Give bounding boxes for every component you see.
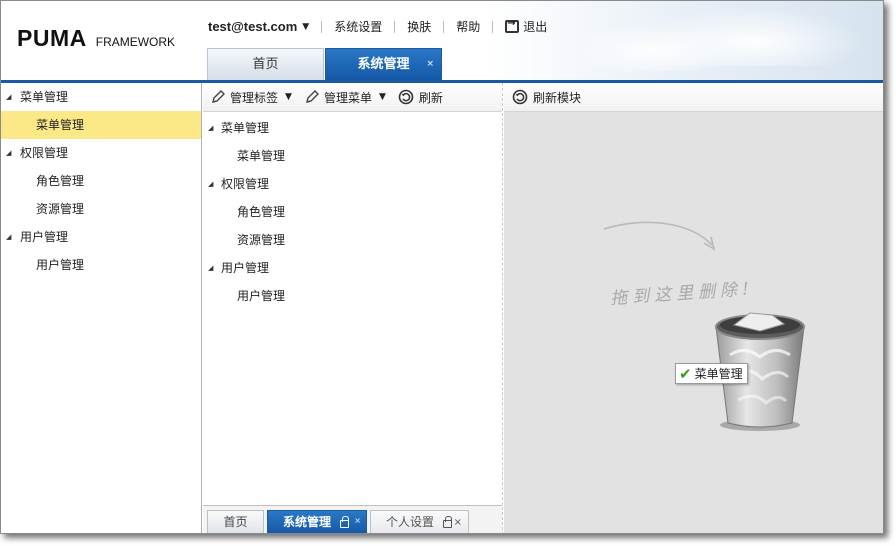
nav-skin[interactable]: 换肤 <box>407 18 431 35</box>
sidebar-group-user[interactable]: ◢ 用户管理 <box>1 223 201 251</box>
tree-group-user[interactable]: ◢ 用户管理 <box>203 254 502 282</box>
trash-drop-zone[interactable]: 拖到这里删除! ✔ 菜单管理 <box>504 113 883 533</box>
pencil-icon <box>212 90 225 103</box>
expanded-arrow-icon[interactable]: ◢ <box>6 83 11 111</box>
main-tabs: 首页 系统管理 × <box>207 48 443 80</box>
logout-link[interactable]: 退出 <box>523 18 547 35</box>
expanded-arrow-icon[interactable]: ◢ <box>208 114 213 142</box>
preview-tab-home[interactable]: 首页 <box>207 510 264 533</box>
tree-item-label: 角色管理 <box>237 205 286 219</box>
tree-item-label: 资源管理 <box>237 233 286 247</box>
sidebar-item-resource-management[interactable]: 资源管理 <box>1 195 201 223</box>
button-label: 管理菜单 <box>323 90 372 105</box>
top-nav: test@test.com ▼ 系统设置 换肤 帮助 退出 <box>208 18 547 35</box>
button-label: 刷新 <box>418 90 443 105</box>
divider <box>492 20 494 33</box>
expanded-arrow-icon[interactable]: ◢ <box>6 223 11 251</box>
sidebar-item-menu-management[interactable]: 菜单管理 <box>1 111 201 139</box>
tab-label: 个人设置 <box>386 515 435 529</box>
expanded-arrow-icon[interactable]: ◢ <box>208 254 213 282</box>
tab-label: 首页 <box>252 57 279 72</box>
menu-tree: ◢ 菜单管理 菜单管理 ◢ 权限管理 角色管理 资源管理 ◢ 用户管理 用户管理 <box>203 112 502 310</box>
dragged-menu-item[interactable]: ✔ 菜单管理 <box>675 363 748 384</box>
chevron-down-icon: ▼ <box>285 92 292 102</box>
logo-subtitle: FRAMEWORK <box>95 35 176 49</box>
drag-arrow-icon <box>603 221 716 251</box>
button-label: 管理标签 <box>230 90 279 105</box>
tree-item-label: 用户管理 <box>237 289 286 303</box>
manage-menu-button[interactable]: 管理菜单 ▼ <box>304 89 386 106</box>
tab-preview-bar: 首页 系统管理 × 个人设置 × <box>203 505 502 533</box>
dragged-item-label: 菜单管理 <box>694 367 743 381</box>
module-panel: 刷新模块 拖到这里删除! ✔ 菜单管理 <box>504 83 883 533</box>
tree-item-label: 菜单管理 <box>237 149 286 163</box>
sidebar: ◢ 菜单管理 菜单管理 ◢ 权限管理 角色管理 资源管理 ◢ 用户管理 用户管理 <box>1 83 202 533</box>
divider <box>394 20 396 33</box>
menu-editor-panel: 管理标签 ▼ 管理菜单 ▼ 刷新 ◢ 菜单管理 菜单管理 ◢ 权限管理 角色管理… <box>203 83 503 533</box>
header: PUMA FRAMEWORK test@test.com ▼ 系统设置 换肤 帮… <box>1 1 883 80</box>
preview-tab-personal-settings[interactable]: 个人设置 × <box>370 510 469 533</box>
refresh-icon <box>512 89 528 105</box>
tab-label: 系统管理 <box>283 515 332 529</box>
expanded-arrow-icon[interactable]: ◢ <box>208 170 213 198</box>
nav-help[interactable]: 帮助 <box>456 18 480 35</box>
sidebar-item-label: 资源管理 <box>36 202 85 216</box>
sidebar-item-label: 角色管理 <box>36 174 85 188</box>
close-icon[interactable]: × <box>426 48 434 80</box>
sidebar-item-role-management[interactable]: 角色管理 <box>1 167 201 195</box>
preview-tab-system-management[interactable]: 系统管理 × <box>267 509 367 533</box>
manage-tags-button[interactable]: 管理标签 ▼ <box>210 89 292 106</box>
app-window: PUMA FRAMEWORK test@test.com ▼ 系统设置 换肤 帮… <box>0 0 884 534</box>
tree-item-role-management[interactable]: 角色管理 <box>203 198 502 226</box>
unlock-icon[interactable] <box>442 516 452 528</box>
user-menu[interactable]: test@test.com <box>208 19 297 34</box>
nav-system-settings[interactable]: 系统设置 <box>334 18 382 35</box>
tree-item-resource-management[interactable]: 资源管理 <box>203 226 502 254</box>
logo-brand: PUMA <box>17 25 87 51</box>
tree-item-user-management[interactable]: 用户管理 <box>203 282 502 310</box>
divider <box>321 20 323 33</box>
sidebar-group-menu[interactable]: ◢ 菜单管理 <box>1 83 201 111</box>
sidebar-item-label: 菜单管理 <box>36 118 85 132</box>
tree-group-label: 用户管理 <box>221 261 270 275</box>
sidebar-group-label: 权限管理 <box>20 146 69 160</box>
sidebar-group-label: 用户管理 <box>20 230 69 244</box>
tree-item-menu-management[interactable]: 菜单管理 <box>203 142 502 170</box>
module-toolbar: 刷新模块 <box>504 83 883 112</box>
header-cloud-decoration <box>573 21 733 71</box>
sidebar-item-label: 用户管理 <box>36 258 85 272</box>
unlock-icon[interactable] <box>340 516 350 528</box>
editor-toolbar: 管理标签 ▼ 管理菜单 ▼ 刷新 <box>203 83 502 112</box>
logout-icon[interactable] <box>505 18 520 33</box>
button-label: 刷新模块 <box>533 90 582 105</box>
sidebar-item-user-management[interactable]: 用户管理 <box>1 251 201 279</box>
divider <box>443 20 445 33</box>
refresh-module-button[interactable]: 刷新模块 <box>512 89 581 106</box>
logo: PUMA FRAMEWORK <box>17 25 175 52</box>
expanded-arrow-icon[interactable]: ◢ <box>6 139 11 167</box>
sidebar-group-permission[interactable]: ◢ 权限管理 <box>1 139 201 167</box>
tree-group-permission[interactable]: ◢ 权限管理 <box>203 170 502 198</box>
close-icon[interactable]: × <box>354 509 361 532</box>
refresh-button[interactable]: 刷新 <box>398 89 443 106</box>
chevron-down-icon: ▼ <box>378 92 386 102</box>
chevron-down-icon[interactable]: ▼ <box>302 22 309 32</box>
tab-label: 首页 <box>223 515 248 529</box>
tree-group-menu[interactable]: ◢ 菜单管理 <box>203 114 502 142</box>
close-icon[interactable]: × <box>454 511 462 533</box>
tab-system-management[interactable]: 系统管理 × <box>325 48 442 80</box>
tab-home[interactable]: 首页 <box>207 48 324 80</box>
tab-label: 系统管理 <box>357 57 410 72</box>
checkmark-icon: ✔ <box>679 364 692 383</box>
tree-group-label: 菜单管理 <box>221 121 270 135</box>
refresh-icon <box>398 89 414 105</box>
tree-group-label: 权限管理 <box>221 177 270 191</box>
sidebar-group-label: 菜单管理 <box>20 90 69 104</box>
pencil-icon <box>305 90 319 103</box>
